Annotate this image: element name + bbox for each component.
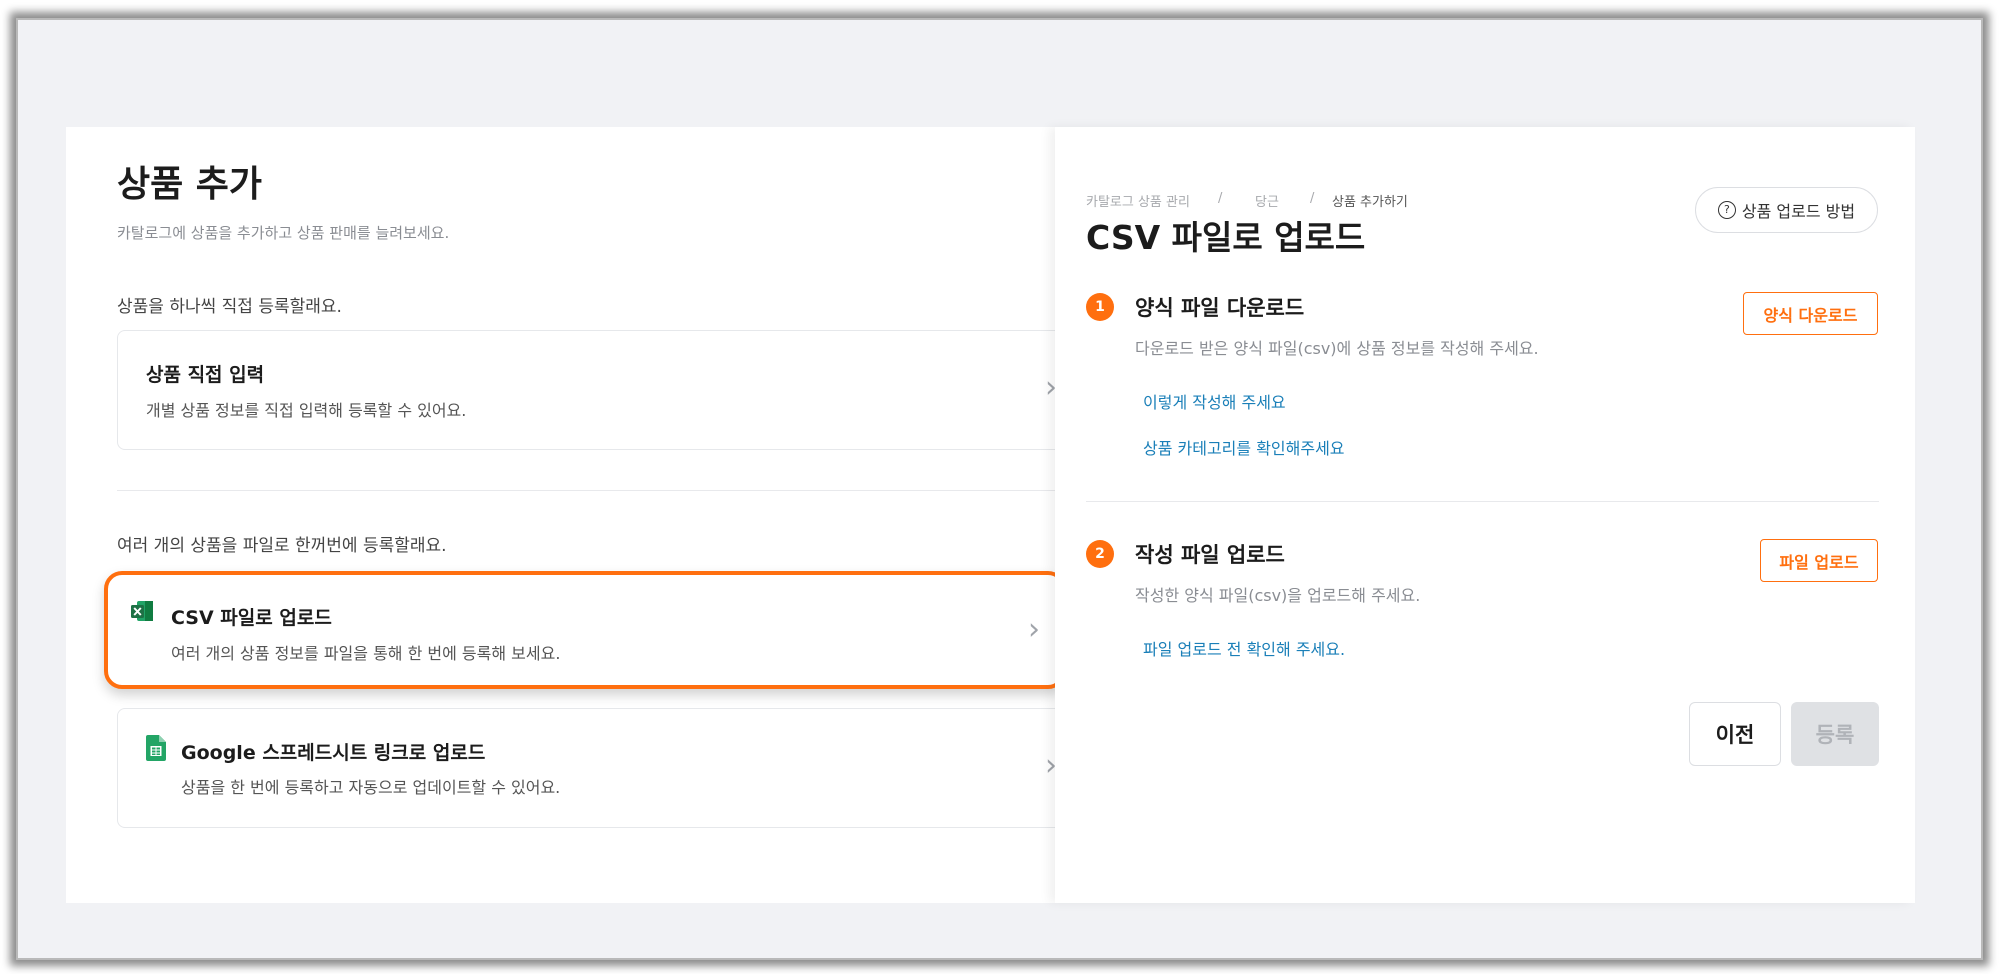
step-2-badge: 2 [1086, 540, 1114, 568]
google-sheets-icon [146, 735, 166, 761]
chevron-right-icon: › [1028, 612, 1040, 647]
manual-entry-card[interactable]: 상품 직접 입력 개별 상품 정보를 직접 입력해 등록할 수 있어요. › [117, 330, 1077, 450]
card-title: CSV 파일로 업로드 [171, 607, 332, 629]
template-download-button[interactable]: 양식 다운로드 [1743, 292, 1878, 335]
previous-button[interactable]: 이전 [1689, 702, 1781, 766]
page-title: 상품 추가 [117, 164, 263, 205]
submit-button[interactable]: 등록 [1791, 702, 1879, 766]
breadcrumb-item[interactable]: 카탈로그 상품 관리 [1086, 191, 1190, 210]
step-2-desc: 작성한 양식 파일(csv)을 업로드해 주세요. [1135, 586, 1421, 605]
pre-upload-check-link[interactable]: 파일 업로드 전 확인해 주세요. [1143, 636, 1345, 660]
breadcrumb-separator: / [1218, 191, 1223, 206]
section-label-bulk: 여러 개의 상품을 파일로 한꺼번에 등록할래요. [117, 536, 447, 556]
breadcrumb-separator: / [1310, 191, 1315, 206]
step-2-title: 작성 파일 업로드 [1135, 543, 1285, 567]
breadcrumb-item[interactable]: 당근 [1255, 191, 1279, 210]
panel-title: CSV 파일로 업로드 [1086, 218, 1366, 257]
step-1-title: 양식 파일 다운로드 [1135, 296, 1305, 320]
card-desc: 여러 개의 상품 정보를 파일을 통해 한 번에 등록해 보세요. [171, 644, 561, 663]
check-category-link[interactable]: 상품 카테고리를 확인해주세요 [1143, 435, 1345, 459]
csv-upload-card[interactable]: CSV 파일로 업로드 여러 개의 상품 정보를 파일을 통해 한 번에 등록해… [104, 571, 1066, 689]
google-sheets-card[interactable]: Google 스프레드시트 링크로 업로드 상품을 한 번에 등록하고 자동으로… [117, 708, 1077, 828]
upload-guide-label: 상품 업로드 방법 [1741, 202, 1856, 221]
card-title: 상품 직접 입력 [146, 364, 265, 386]
divider [1086, 501, 1879, 502]
csv-upload-panel: 카탈로그 상품 관리 / 당근 / 상품 추가하기 CSV 파일로 업로드 ? … [1055, 127, 1915, 903]
page-subtitle: 카탈로그에 상품을 추가하고 상품 판매를 늘려보세요. [117, 224, 450, 242]
upload-guide-button[interactable]: ? 상품 업로드 방법 [1695, 187, 1878, 233]
divider [117, 490, 1066, 491]
card-desc: 상품을 한 번에 등록하고 자동으로 업데이트할 수 있어요. [181, 778, 561, 797]
step-1-badge: 1 [1086, 293, 1114, 321]
add-product-panel: 상품 추가 카탈로그에 상품을 추가하고 상품 판매를 늘려보세요. 상품을 하… [66, 127, 1077, 903]
card-title: Google 스프레드시트 링크로 업로드 [181, 742, 486, 764]
section-label-single: 상품을 하나씩 직접 등록할래요. [117, 297, 342, 317]
help-circle-icon: ? [1717, 201, 1736, 219]
file-upload-button[interactable]: 파일 업로드 [1760, 539, 1878, 582]
step-1-desc: 다운로드 받은 양식 파일(csv)에 상품 정보를 작성해 주세요. [1135, 339, 1539, 358]
excel-icon [131, 601, 153, 621]
how-to-fill-link[interactable]: 이렇게 작성해 주세요 [1143, 389, 1286, 413]
card-desc: 개별 상품 정보를 직접 입력해 등록할 수 있어요. [146, 401, 467, 420]
breadcrumb-current: 상품 추가하기 [1332, 195, 1408, 210]
